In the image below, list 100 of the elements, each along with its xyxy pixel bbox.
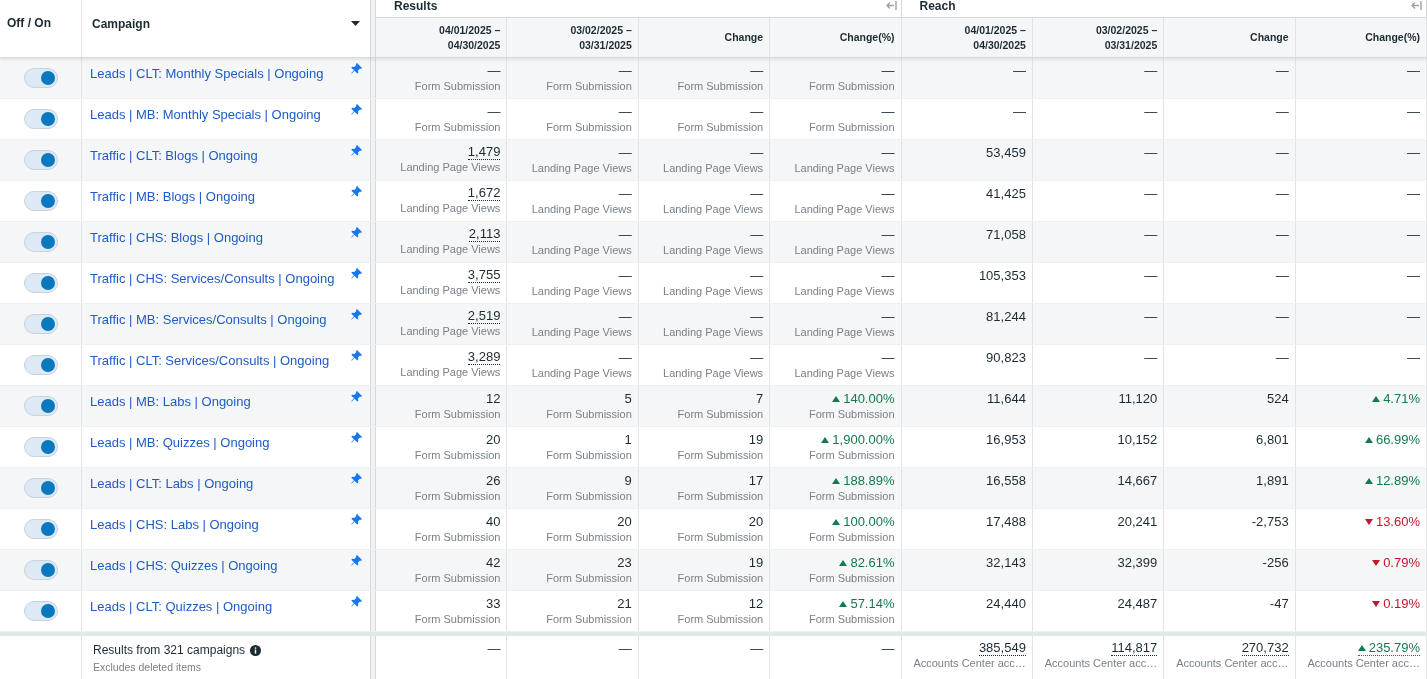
- metric-value: 1,891: [1256, 472, 1289, 489]
- metric-unit: Form Submission: [808, 121, 895, 133]
- column-header[interactable]: Change: [1164, 18, 1296, 57]
- campaign-link[interactable]: Traffic | MB: Blogs | Ongoing: [90, 189, 255, 204]
- toggle-switch[interactable]: [23, 396, 58, 416]
- metric-value: 42: [485, 554, 501, 571]
- metric-unit: Landing Page Views: [663, 203, 764, 215]
- metric-value: 20,241: [1117, 513, 1158, 530]
- metric-value: —: [750, 267, 764, 284]
- toggle-switch[interactable]: [23, 355, 58, 375]
- pin-icon[interactable]: [351, 350, 362, 361]
- collapse-icon[interactable]: [1411, 1, 1422, 10]
- group-title: Reach: [919, 0, 956, 13]
- metric-value: 17: [748, 472, 764, 489]
- column-header[interactable]: 03/02/2025 – 03/31/2025: [507, 18, 639, 57]
- toggle-switch[interactable]: [23, 519, 58, 539]
- metric-unit: Landing Page Views: [531, 203, 632, 215]
- metric-value: 12.89%: [1364, 472, 1420, 489]
- metric-value: 33: [485, 595, 501, 612]
- metric-value: —: [881, 185, 895, 202]
- campaign-link[interactable]: Traffic | MB: Services/Consults | Ongoing: [90, 312, 327, 327]
- metric-value: 11,644: [987, 390, 1026, 407]
- info-icon[interactable]: [250, 644, 262, 656]
- campaign-link[interactable]: Traffic | CHS: Services/Consults | Ongoing: [90, 271, 335, 286]
- metric-value: —: [1407, 226, 1420, 243]
- metric-unit: Landing Page Views: [663, 285, 764, 297]
- metric-value: 20: [748, 513, 764, 530]
- pin-icon[interactable]: [351, 514, 362, 525]
- toggle-switch[interactable]: [23, 273, 58, 293]
- pin-icon[interactable]: [351, 227, 362, 238]
- pin-icon[interactable]: [351, 432, 362, 443]
- metric-value: 20: [617, 513, 632, 530]
- pin-icon[interactable]: [351, 596, 362, 607]
- metric-value: —: [1407, 185, 1420, 202]
- toggle-switch[interactable]: [23, 560, 58, 580]
- toggle-switch[interactable]: [23, 478, 58, 498]
- toggle-switch[interactable]: [23, 232, 58, 252]
- metric-value: —: [1144, 308, 1158, 325]
- column-header[interactable]: Change: [638, 18, 771, 57]
- campaign-link[interactable]: Leads | CHS: Quizzes | Ongoing: [90, 558, 278, 573]
- toggle-switch[interactable]: [23, 314, 58, 334]
- column-header[interactable]: Off / On: [0, 0, 82, 57]
- column-header[interactable]: Change(%): [1295, 18, 1427, 57]
- toggle-switch[interactable]: [23, 437, 58, 457]
- metric-value: —: [618, 226, 632, 243]
- toggle-switch[interactable]: [23, 601, 58, 621]
- campaign-link[interactable]: Leads | CLT: Quizzes | Ongoing: [90, 599, 273, 614]
- total-unit: Accounts Center acc…: [1176, 657, 1289, 669]
- pin-icon[interactable]: [351, 268, 362, 279]
- metric-unit: Landing Page Views: [400, 366, 501, 378]
- column-header[interactable]: Change(%): [770, 18, 902, 57]
- metric-value: 2,519: [467, 308, 501, 324]
- pin-icon[interactable]: [351, 555, 362, 566]
- campaign-link[interactable]: Traffic | CLT: Blogs | Ongoing: [90, 148, 258, 163]
- group-title: Results: [394, 0, 438, 13]
- campaign-link[interactable]: Leads | CLT: Labs | Ongoing: [90, 476, 254, 491]
- metric-unit: Form Submission: [677, 80, 764, 92]
- metric-value: 32,143: [986, 554, 1026, 571]
- total-unit: Accounts Center acc…: [1044, 657, 1158, 669]
- total-unit: Accounts Center acc…: [1307, 657, 1420, 669]
- trend-up-icon: [832, 518, 841, 525]
- metric-value: —: [750, 144, 764, 161]
- campaign-link[interactable]: Leads | MB: Labs | Ongoing: [90, 394, 251, 409]
- caret-icon[interactable]: [351, 21, 360, 27]
- pin-icon[interactable]: [351, 473, 362, 484]
- column-header[interactable]: 03/02/2025 – 03/31/2025: [1032, 18, 1165, 57]
- metric-value: 10,152: [1117, 431, 1158, 448]
- campaign-link[interactable]: Traffic | CHS: Blogs | Ongoing: [90, 230, 263, 245]
- metric-unit: Form Submission: [546, 449, 632, 461]
- collapse-icon[interactable]: [885, 1, 897, 10]
- metric-value: —: [1407, 144, 1420, 161]
- toggle-switch[interactable]: [23, 191, 58, 211]
- metric-value: 19: [748, 554, 764, 571]
- pin-icon[interactable]: [351, 391, 362, 402]
- metric-value: 1,900.00%: [821, 431, 895, 448]
- metric-unit: Landing Page Views: [794, 285, 895, 297]
- metric-unit: Form Submission: [808, 449, 895, 461]
- pin-icon[interactable]: [351, 186, 362, 197]
- campaign-link[interactable]: Leads | CHS: Labs | Ongoing: [90, 517, 259, 532]
- pin-icon[interactable]: [351, 104, 362, 115]
- total-value: —: [487, 640, 501, 657]
- metric-value: 3,755: [467, 267, 501, 283]
- metric-value: 12: [748, 595, 764, 612]
- campaign-link[interactable]: Traffic | CLT: Services/Consults | Ongoing: [90, 353, 330, 368]
- metric-value: —: [1012, 62, 1026, 79]
- metric-unit: Landing Page Views: [794, 162, 895, 174]
- metric-value: 26: [485, 472, 501, 489]
- campaign-link[interactable]: Leads | MB: Monthly Specials | Ongoing: [90, 107, 321, 122]
- pin-icon[interactable]: [351, 309, 362, 320]
- metric-value: 66.99%: [1364, 431, 1420, 448]
- column-header[interactable]: 04/01/2025 – 04/30/2025: [376, 18, 508, 57]
- pin-icon[interactable]: [351, 145, 362, 156]
- metric-value: —: [1012, 103, 1026, 120]
- toggle-switch[interactable]: [23, 150, 58, 170]
- toggle-switch[interactable]: [23, 109, 58, 129]
- campaign-link[interactable]: Leads | MB: Quizzes | Ongoing: [90, 435, 270, 450]
- campaign-link[interactable]: Leads | CLT: Monthly Specials | Ongoing: [90, 66, 324, 81]
- column-header[interactable]: 04/01/2025 – 04/30/2025: [901, 18, 1033, 57]
- pin-icon[interactable]: [351, 63, 362, 74]
- toggle-switch[interactable]: [23, 68, 58, 88]
